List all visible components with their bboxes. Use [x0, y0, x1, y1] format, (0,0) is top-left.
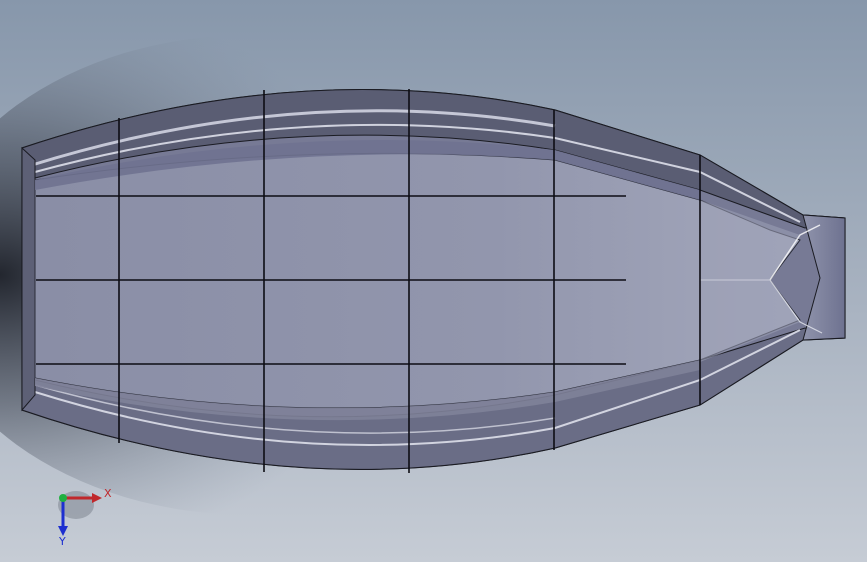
triad-origin-icon: [59, 494, 67, 502]
cad-graphics-viewport[interactable]: X Y: [0, 0, 867, 562]
axis-y-label: Y: [58, 535, 66, 548]
viewport-canvas[interactable]: X Y: [0, 0, 867, 562]
transom-face: [21, 146, 36, 412]
axis-x-label: X: [104, 487, 112, 500]
